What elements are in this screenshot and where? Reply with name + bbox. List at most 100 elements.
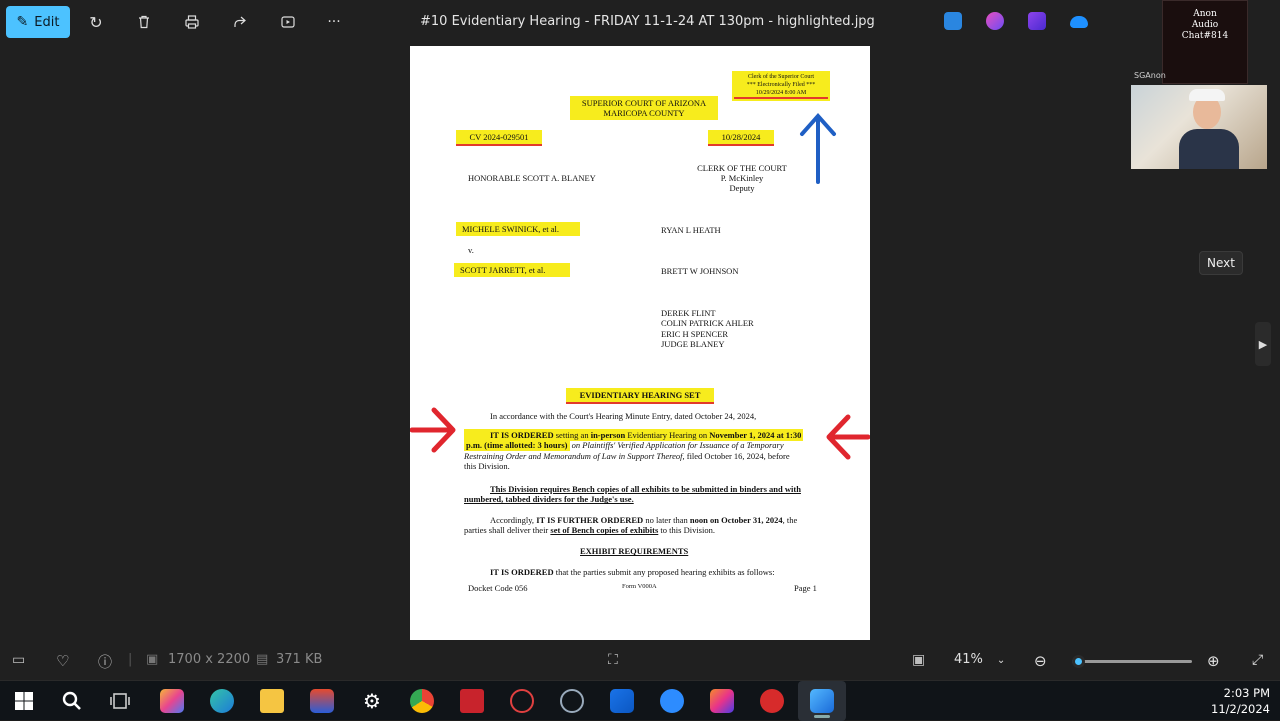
delete-button[interactable]: [128, 6, 160, 38]
final-ordered-phrase: IT IS ORDERED: [490, 567, 554, 577]
plaintiff-name: MICHELE SWINICK, et al.: [456, 222, 580, 236]
red-app-icon[interactable]: [760, 689, 784, 713]
share-button[interactable]: [224, 6, 256, 38]
task-view-icon[interactable]: [108, 689, 132, 713]
rotate-button[interactable]: ↻: [80, 6, 112, 38]
edit-pencil-icon: ✎: [16, 14, 29, 30]
dimensions-icon: ▣: [146, 652, 159, 667]
image-filesize: 371 KB: [276, 652, 323, 667]
clock-time: 2:03 PM: [1223, 686, 1270, 700]
ordered-text: Evidentiary Hearing on: [625, 430, 710, 440]
fullscreen-button[interactable]: ⤢: [1252, 652, 1263, 668]
chrome-browser-icon[interactable]: [410, 689, 434, 713]
more-icon: ···: [327, 14, 341, 30]
edit-label: Edit: [34, 14, 60, 30]
clerk-block: CLERK OF THE COURT P. McKinley Deputy: [688, 163, 796, 193]
ordered-text: this Division.: [464, 461, 510, 472]
pinned-app-icon[interactable]: [310, 689, 334, 713]
file-explorer-icon[interactable]: [260, 689, 284, 713]
clerk-stamp-line: *** Electronically Filed ***: [746, 82, 816, 88]
zoom-out-button[interactable]: ⊖: [1034, 652, 1047, 670]
filmstrip-icon: ▭: [12, 652, 26, 668]
chevron-down-icon: ⌄: [996, 655, 1006, 666]
favorite-button[interactable]: ♡: [56, 652, 69, 670]
search-icon[interactable]: [60, 689, 84, 713]
clock-date: 11/2/2024: [1211, 702, 1270, 716]
clipchamp-icon[interactable]: [1028, 12, 1046, 30]
zoom-in-button[interactable]: ⊕: [1207, 652, 1220, 670]
more-button[interactable]: ···: [318, 6, 350, 38]
slideshow-button[interactable]: [272, 6, 304, 38]
further-text: Accordingly,: [490, 515, 537, 525]
further-text: parties shall deliver their: [464, 525, 551, 536]
heart-icon: ♡: [56, 652, 70, 670]
actual-size-button[interactable]: ▣: [912, 652, 925, 668]
info-icon: ⓘ: [98, 655, 112, 671]
other-parties: DEREK FLINT COLIN PATRICK AHLER ERIC H S…: [661, 308, 754, 350]
status-divider: |: [128, 652, 133, 667]
defendant-name: SCOTT JARRETT, et al.: [454, 263, 570, 277]
time-allotted-phrase: p.m. (time allotted: 3 hours): [464, 439, 570, 452]
streaming-app-icon[interactable]: [460, 689, 484, 713]
windows-start-icon[interactable]: [12, 689, 36, 713]
camera-icon: ▣: [912, 652, 926, 668]
clerk-stamp-line: 10/29/2024 8:00 AM: [734, 89, 828, 99]
edge-browser-icon[interactable]: [210, 689, 234, 713]
settings-gear-icon[interactable]: ⚙: [360, 689, 384, 713]
ordered-paragraph: IT IS ORDERED setting an in-person Evide…: [464, 429, 826, 472]
zoom-app-icon[interactable]: [660, 689, 684, 713]
final-ordered-paragraph: IT IS ORDERED that the parties submit an…: [490, 567, 775, 577]
clerk-name: P. McKinley: [720, 173, 764, 183]
exhibit-requirements-heading: EXHIBIT REQUIREMENTS: [580, 546, 689, 556]
blue-up-arrow-icon: [800, 112, 836, 184]
designer-icon[interactable]: [986, 12, 1004, 30]
logo-line: Anon: [1193, 9, 1217, 19]
print-button[interactable]: [176, 6, 208, 38]
info-button[interactable]: ⓘ: [98, 652, 112, 672]
edit-button[interactable]: ✎ Edit: [6, 6, 70, 38]
powerpoint-icon[interactable]: [710, 689, 734, 713]
versus-label: v.: [468, 245, 474, 255]
form-code: Form V000A: [622, 583, 657, 590]
onedrive-icon[interactable]: [1070, 16, 1088, 28]
next-image-button[interactable]: ▶: [1255, 322, 1271, 366]
copilot-icon[interactable]: [160, 689, 184, 713]
zoom-level-dropdown[interactable]: 41% ⌄: [954, 652, 1005, 667]
next-tooltip[interactable]: Next: [1199, 251, 1243, 275]
image-dimensions: 1700 x 2200: [168, 652, 251, 667]
filmstrip-button[interactable]: ▭: [12, 652, 25, 668]
clerk-role: Deputy: [729, 183, 755, 193]
chevron-right-icon: ▶: [1258, 337, 1268, 351]
trash-icon: [139, 15, 149, 29]
active-app-indicator: [814, 715, 830, 718]
bench-set-phrase: set of Bench copies of exhibits: [550, 525, 659, 536]
window-title: #10 Evidentiary Hearing - FRIDAY 11-1-24…: [420, 14, 875, 29]
ordered-text: Restraining Order and Memorandum of Law …: [464, 450, 685, 461]
printer-icon: [185, 15, 199, 29]
rotate-icon: ↻: [89, 12, 103, 32]
photos-edit-icon[interactable]: [944, 12, 962, 30]
page-number: Page 1: [794, 583, 817, 593]
share-icon: [234, 16, 246, 27]
party-name: JUDGE BLANEY: [661, 339, 725, 350]
hearing-heading: EVIDENTIARY HEARING SET: [566, 388, 714, 404]
toolbar-app-icons: [944, 12, 1088, 30]
play-icon: [281, 16, 295, 28]
crop-button[interactable]: ⛶: [608, 652, 618, 668]
zoom-slider-thumb[interactable]: [1072, 655, 1085, 668]
zoom-slider[interactable]: [1072, 655, 1192, 668]
crop-icon: ⛶: [608, 652, 618, 668]
link-app-icon[interactable]: [560, 689, 584, 713]
zoom-out-icon: ⊖: [1034, 652, 1047, 670]
status-bar: ▭ ♡ ⓘ | ▣ 1700 x 2200 ▤ 371 KB ⛶ ▣ 41% ⌄ …: [0, 642, 1280, 680]
system-clock[interactable]: 2:03 PM 11/2/2024: [1211, 685, 1270, 717]
bench-copies-paragraph: This Division requires Bench copies of a…: [464, 484, 801, 505]
speedometer-app-icon[interactable]: [510, 689, 534, 713]
court-header: SUPERIOR COURT OF ARIZONA MARICOPA COUNT…: [570, 96, 718, 120]
clerk-title: CLERK OF THE COURT: [697, 163, 787, 173]
outlook-icon[interactable]: [610, 689, 634, 713]
hearing-date-phrase: November 1, 2024 at 1:30: [709, 430, 802, 440]
bench-line: This Division requires Bench copies of a…: [490, 484, 801, 494]
judge-name: HONORABLE SCOTT A. BLANEY: [468, 173, 596, 183]
photos-app-icon[interactable]: [810, 689, 834, 713]
